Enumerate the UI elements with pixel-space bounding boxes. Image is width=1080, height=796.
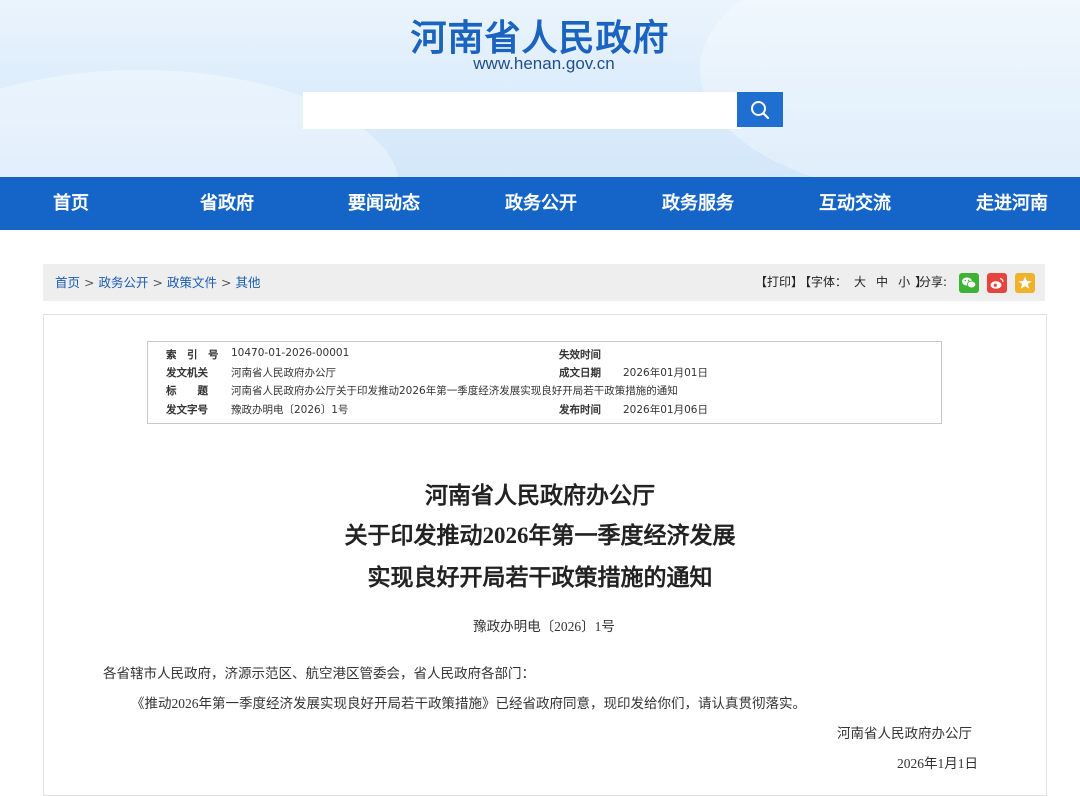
nav-item-about-henan[interactable]: 走进河南 (976, 177, 1048, 230)
nav-item-gov-affairs-open[interactable]: 政务公开 (505, 177, 577, 230)
breadcrumb-other[interactable]: 其他 (236, 275, 261, 290)
meta-made-date-label: 成文日期 (559, 367, 601, 379)
nav-item-home[interactable]: 首页 (53, 177, 89, 230)
document-salutation: 各省辖市人民政府，济源示范区、航空港区管委会，省人民政府各部门： (103, 666, 535, 681)
meta-publish-value: 2026年01月06日 (623, 404, 708, 416)
star-icon (1018, 276, 1032, 289)
meta-docno-label: 发文字号 (166, 404, 208, 416)
font-small-button[interactable]: 小 (898, 275, 910, 289)
weibo-icon[interactable] (987, 273, 1007, 293)
meta-publish-label: 发布时间 (559, 404, 601, 416)
meta-made-date-value: 2026年01月01日 (623, 367, 708, 379)
search-input[interactable] (303, 92, 741, 129)
breadcrumb-separator: > (84, 275, 95, 290)
document-number: 豫政办明电〔2026〕1号 (473, 619, 615, 634)
breadcrumb-separator: > (152, 275, 163, 290)
meta-title-value: 河南省人民政府办公厅关于印发推动2026年第一季度经济发展实现良好开局若干政策措… (231, 385, 678, 397)
meta-issuer-value: 河南省人民政府办公厅 (231, 367, 336, 379)
page-tools: 【打印】 【字体：大中小】 (755, 264, 929, 301)
wechat-icon[interactable] (959, 273, 979, 293)
document-title-line-3: 实现良好开局若干政策措施的通知 (367, 565, 713, 590)
breadcrumb-policy-docs[interactable]: 政策文件 (167, 275, 217, 290)
breadcrumb-bar: 首页 > 政务公开 > 政策文件 > 其他 【打印】 【字体：大中小】 分享: (43, 264, 1045, 301)
nav-item-interaction[interactable]: 互动交流 (819, 177, 891, 230)
print-button[interactable]: 【打印】 (755, 275, 803, 289)
document-signature: 河南省人民政府办公厅 (837, 726, 972, 741)
meta-expire-label: 失效时间 (559, 349, 601, 361)
document-title-line-2: 关于印发推动2026年第一季度经济发展 (344, 523, 736, 548)
breadcrumb-home[interactable]: 首页 (55, 275, 80, 290)
meta-index-label: 索 引 号 (166, 349, 219, 361)
document-body-paragraph: 《推动2026年第一季度经济发展实现良好开局若干政策措施》已经省政府同意，现印发… (131, 696, 806, 711)
nav-item-province-gov[interactable]: 省政府 (200, 177, 254, 230)
breadcrumb-gov-affairs-open[interactable]: 政务公开 (99, 275, 149, 290)
font-large-button[interactable]: 大 (854, 275, 866, 289)
document-date: 2026年1月1日 (897, 756, 978, 771)
meta-title-label: 标 题 (166, 385, 208, 397)
favorite-icon[interactable] (1015, 273, 1035, 293)
nav-item-gov-services[interactable]: 政务服务 (662, 177, 734, 230)
meta-issuer-label: 发文机关 (166, 367, 208, 379)
share-label: 分享: (919, 275, 948, 289)
document-metadata-table: 索 引 号 10470-01-2026-00001 失效时间 发文机关 河南省人… (147, 341, 942, 424)
meta-index-value: 10470-01-2026-00001 (231, 347, 350, 359)
site-header: 河南省人民政府 www.henan.gov.cn (0, 0, 1080, 177)
breadcrumb-separator: > (221, 275, 232, 290)
search-icon (751, 100, 770, 119)
main-nav: 首页 省政府 要闻动态 政务公开 政务服务 互动交流 走进河南 (0, 177, 1080, 230)
weibo-glyph-icon (990, 277, 1004, 289)
document-title-line-1: 河南省人民政府办公厅 (425, 483, 655, 508)
wechat-glyph-icon (962, 277, 977, 289)
search-button[interactable] (737, 92, 783, 127)
breadcrumb: 首页 > 政务公开 > 政策文件 > 其他 (55, 264, 261, 301)
site-url: www.henan.gov.cn (473, 54, 615, 73)
font-size-label: 【字体： (805, 275, 848, 289)
meta-docno-value: 豫政办明电〔2026〕1号 (231, 404, 349, 416)
font-medium-button[interactable]: 中 (876, 275, 888, 289)
nav-item-news[interactable]: 要闻动态 (348, 177, 420, 230)
